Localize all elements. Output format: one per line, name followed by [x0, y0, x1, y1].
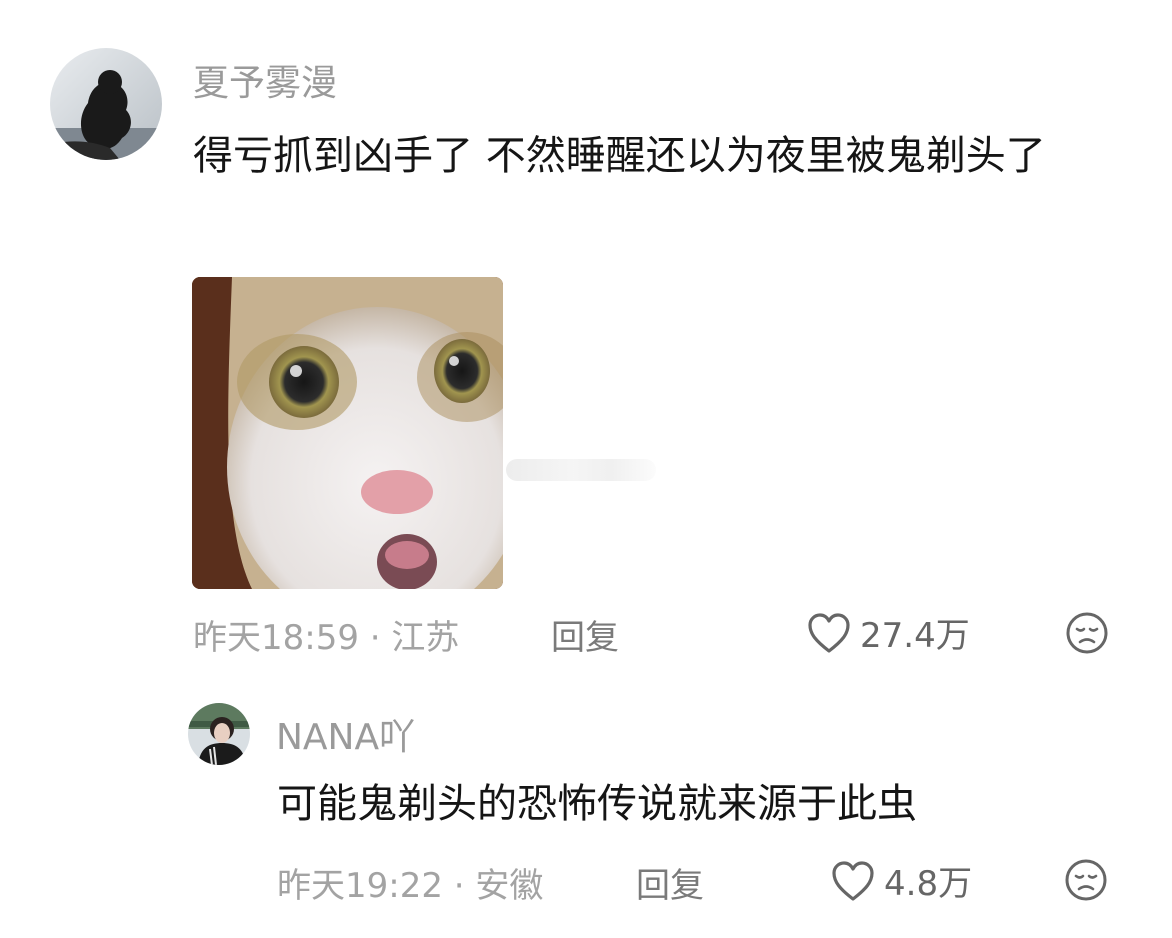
reply-avatar[interactable]: [188, 703, 250, 765]
comment-text: 得亏抓到凶手了 不然睡醒还以为夜里被鬼剃头了: [193, 133, 1046, 179]
reply-like-button[interactable]: 4.8万: [830, 856, 972, 905]
sticker-image[interactable]: [192, 277, 503, 589]
comment-meta: 昨天18:59 · 江苏: [193, 610, 459, 659]
like-count: 27.4万: [860, 616, 970, 656]
reply-like-count: 4.8万: [884, 864, 973, 904]
meta-separator: ·: [442, 866, 476, 906]
reply-avatar-image: [188, 703, 250, 765]
dislike-face-icon[interactable]: [1064, 858, 1108, 902]
reply-username[interactable]: NANA吖: [276, 708, 415, 760]
dislike-face-icon[interactable]: [1065, 611, 1109, 655]
comment-location: 江苏: [391, 618, 460, 658]
shocked-cat-image: [192, 277, 503, 589]
blurred-element: [506, 459, 656, 481]
reply-time: 昨天19:22: [277, 866, 443, 906]
heart-icon: [806, 611, 852, 655]
avatar[interactable]: [50, 48, 162, 160]
reply-location: 安徽: [475, 866, 544, 906]
reply-reply-button[interactable]: 回复: [636, 858, 704, 907]
username[interactable]: 夏予雾漫: [193, 54, 337, 106]
meta-separator: ·: [358, 618, 392, 658]
reply-meta: 昨天19:22 · 安徽: [277, 858, 543, 907]
like-button[interactable]: 27.4万: [806, 608, 970, 657]
comment-time: 昨天18:59: [193, 618, 359, 658]
avatar-image: [50, 48, 162, 160]
reply-text: 可能鬼剃头的恐怖传说就来源于此虫: [277, 781, 917, 827]
reply-button[interactable]: 回复: [551, 610, 619, 659]
heart-icon: [830, 859, 876, 903]
